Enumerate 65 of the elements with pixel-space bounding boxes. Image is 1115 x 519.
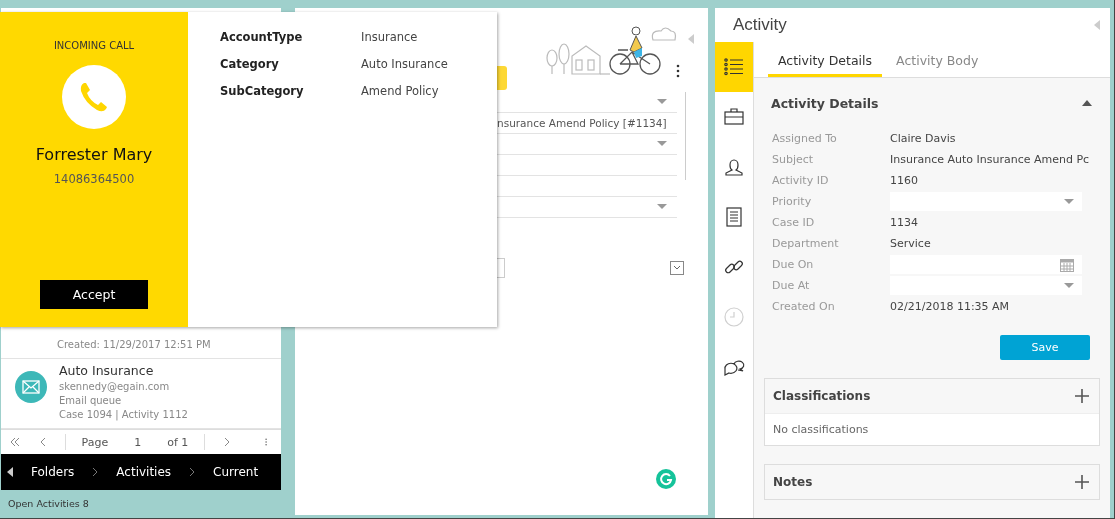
caret-icon	[1064, 282, 1074, 289]
field-label: Activity ID	[772, 174, 830, 187]
field-label: Created On	[772, 300, 836, 313]
field-value: 1160	[890, 174, 919, 187]
caret-icon[interactable]	[1082, 100, 1092, 106]
field-value: 1134	[890, 216, 919, 229]
section-title: Activity Details	[771, 95, 879, 111]
email-icon	[15, 371, 47, 403]
caret-icon	[656, 204, 667, 210]
field-value: Claire Davis	[890, 132, 957, 145]
back-icon[interactable]	[7, 467, 13, 477]
breadcrumb-link[interactable]: Current	[213, 465, 259, 479]
field-label: Assigned To	[772, 132, 838, 145]
details-list-icon[interactable]	[715, 42, 753, 92]
dropdown-field[interactable]	[890, 192, 1082, 211]
activity-detail: Created: 11/29/2017 12:51 PM	[57, 338, 211, 352]
detail-value: Amend Policy	[361, 84, 439, 98]
add-icon[interactable]	[1075, 475, 1089, 489]
phone-icon	[62, 65, 126, 129]
detail-label: AccountType	[220, 30, 304, 44]
field-label: Subject	[772, 153, 815, 166]
field-label: Case ID	[772, 216, 816, 229]
first-page-icon[interactable]	[9, 436, 21, 448]
empty-message: No classifications	[765, 413, 1099, 445]
activity-title[interactable]: Auto Insurance	[59, 363, 188, 378]
accept-button[interactable]: Accept	[40, 280, 148, 309]
page-count: of 1	[167, 435, 189, 449]
chevron-icon	[189, 467, 196, 477]
field-label: Priority	[772, 195, 813, 208]
more-icon[interactable]	[676, 64, 680, 78]
detail-value: Auto Insurance	[361, 57, 448, 71]
expand-icon[interactable]	[670, 261, 684, 275]
tab[interactable]: Activity Body	[886, 53, 989, 77]
chevron-icon	[92, 467, 99, 477]
call-heading: INCOMING CALL	[53, 40, 135, 51]
detail-label: Category	[220, 57, 280, 71]
date-field[interactable]	[890, 255, 1082, 274]
field-value: Insurance Auto Insurance Amend Pc	[890, 153, 1091, 166]
add-icon[interactable]	[1075, 389, 1089, 403]
field-value: Service	[890, 237, 932, 250]
grammar-icon[interactable]	[656, 469, 676, 489]
field-label: Due On	[772, 258, 815, 271]
dropdown-field[interactable]	[890, 276, 1082, 295]
breadcrumb-link[interactable]: Folders	[31, 465, 75, 479]
section-title: Classifications	[773, 389, 871, 403]
field-label: Due At	[772, 279, 811, 292]
field-value: 02/21/2018 11:35 AM	[890, 300, 1011, 313]
caret-icon	[656, 99, 667, 105]
status-text: Open Activities 8	[7, 497, 90, 511]
breadcrumb-link[interactable]: Activities	[116, 465, 172, 479]
field-label: Department	[772, 237, 840, 250]
page-input[interactable]: 1	[134, 435, 142, 449]
page-label: Page	[81, 435, 109, 449]
detail-label: SubCategory	[220, 84, 305, 98]
activity-detail: skennedy@egain.com	[59, 380, 171, 394]
detail-value: Insurance	[361, 30, 418, 44]
caller-number: 14086364500	[53, 172, 135, 186]
activity-detail: Email queue	[59, 394, 123, 408]
section-title: Notes	[773, 475, 813, 489]
caret-icon	[1064, 198, 1074, 205]
caret-icon	[656, 141, 667, 147]
panel-title: Activity	[733, 15, 787, 35]
activity-detail: Case 1094 | Activity 1112	[59, 408, 188, 422]
calendar-icon[interactable]	[1060, 257, 1074, 272]
caller-name: Forrester Mary	[35, 145, 153, 164]
